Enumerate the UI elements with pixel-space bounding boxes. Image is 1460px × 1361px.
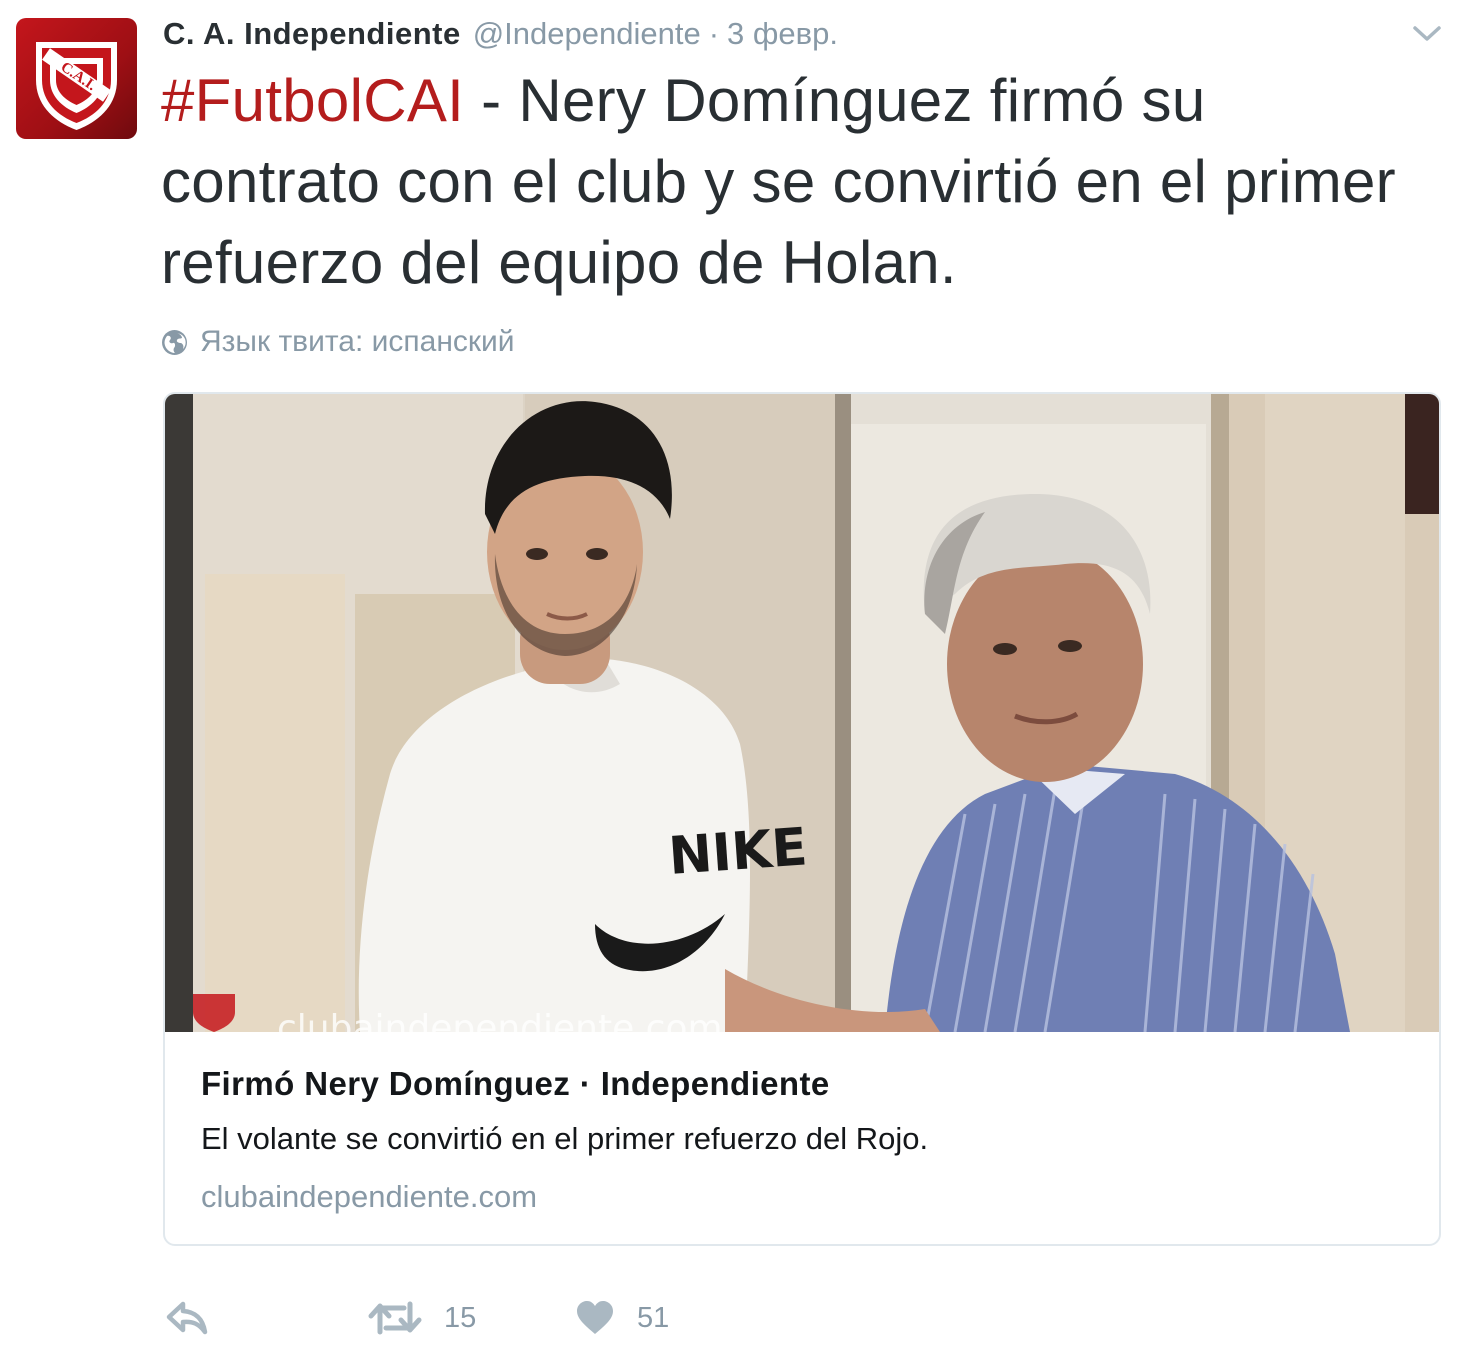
tweet-language[interactable]: Язык твита: испанский <box>161 322 515 362</box>
heart-icon <box>577 1301 613 1334</box>
hashtag-link[interactable]: #FutbolCAI <box>161 67 464 134</box>
tweet-text: #FutbolCAI - Nery Domínguez firmó su con… <box>161 60 1401 303</box>
language-label: Язык твита: испанский <box>200 325 515 358</box>
card-domain[interactable]: clubaindependiente.com <box>201 1174 1419 1220</box>
globe-icon <box>162 329 187 355</box>
header-separator: · <box>708 16 720 51</box>
reply-button[interactable] <box>165 1290 209 1346</box>
link-card[interactable]: NIKE clubaindependiente.com Firmó Nery D… <box>163 392 1441 1246</box>
watermark-text: clubaindependiente.com <box>277 1008 723 1032</box>
like-button[interactable]: 51 <box>575 1290 669 1346</box>
club-crest-icon: C.A.I. <box>36 42 117 130</box>
tweet: C.A.I. C. A. Independiente @Independient… <box>0 0 1460 1361</box>
tweet-timestamp[interactable]: 3 февр. <box>727 12 838 56</box>
tweet-actions: 15 51 <box>163 1290 863 1346</box>
retweet-icon <box>368 1301 422 1335</box>
retweet-button[interactable]: 15 <box>368 1290 476 1346</box>
card-body: Firmó Nery Domínguez · Independiente El … <box>201 1060 1419 1220</box>
card-title[interactable]: Firmó Nery Domínguez · Independiente <box>201 1060 1419 1108</box>
card-description: El volante se convirtió en el primer ref… <box>201 1121 929 1156</box>
like-count: 51 <box>637 1301 670 1334</box>
author-fullname[interactable]: C. A. Independiente <box>163 12 461 56</box>
card-photo: NIKE clubaindependiente.com <box>165 394 1439 1032</box>
tweet-header: C. A. Independiente @Independiente · 3 ф… <box>163 12 838 56</box>
author-username[interactable]: @Independiente <box>473 12 701 56</box>
retweet-count: 15 <box>444 1301 477 1334</box>
shirt-logo-text: NIKE <box>667 817 810 887</box>
reply-icon <box>166 1301 208 1335</box>
tweet-menu-button[interactable] <box>1410 18 1444 48</box>
author-avatar[interactable]: C.A.I. <box>16 18 137 139</box>
chevron-down-icon <box>1413 26 1441 41</box>
